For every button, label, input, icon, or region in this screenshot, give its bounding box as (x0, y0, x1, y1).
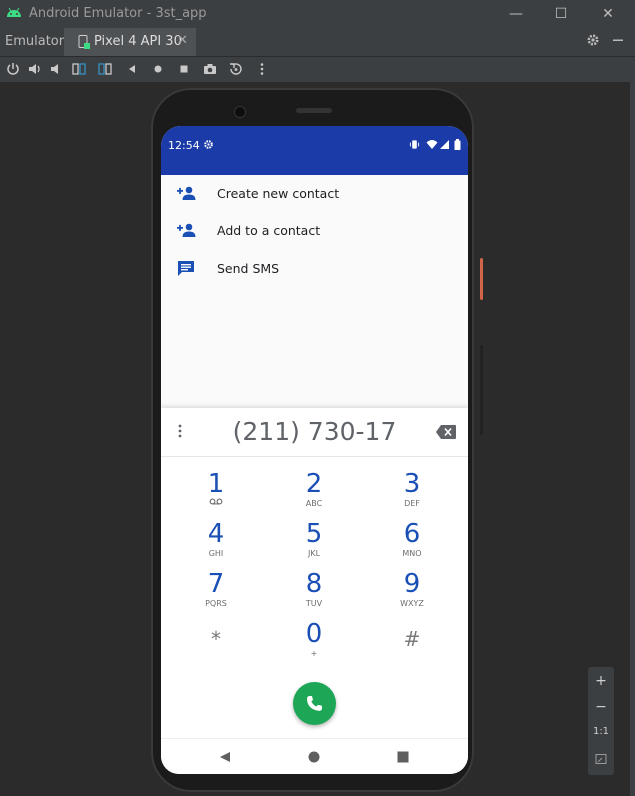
nav-home-icon[interactable] (308, 751, 320, 763)
emulator-tabbar: Emulator: Pixel 4 API 30 ✕ (0, 28, 635, 57)
tab-close-button[interactable]: ✕ (177, 33, 188, 48)
dialpad-key-0[interactable]: 0 + (274, 620, 354, 668)
vibrate-icon (409, 140, 420, 149)
nav-overview-icon[interactable] (397, 751, 409, 763)
maximize-button[interactable]: ☐ (550, 4, 572, 24)
phone-volume-key (480, 345, 483, 435)
zoom-out-button[interactable]: − (588, 699, 614, 715)
dialpad-key-6[interactable]: 6 MNO (372, 520, 452, 568)
zoom-actual-size-button[interactable]: 1:1 (588, 726, 614, 737)
front-camera (234, 106, 246, 118)
phone-icon (307, 696, 322, 711)
navigation-bar (161, 738, 468, 774)
key-digit: 0 (305, 619, 323, 649)
volume-down-icon[interactable] (48, 61, 64, 77)
key-digit: 9 (403, 569, 421, 599)
action-create-new-contact[interactable]: Create new contact (161, 176, 468, 212)
rotate-right-icon[interactable] (97, 61, 113, 77)
home-icon[interactable] (150, 61, 166, 77)
status-time: 12:54 (168, 139, 200, 152)
key-digit: 1 (207, 469, 225, 499)
emulator-label: Emulator: (5, 34, 69, 49)
key-digit: 2 (305, 469, 323, 499)
action-label: Add to a contact (217, 223, 321, 238)
settings-notification-icon (204, 140, 213, 149)
close-window-button[interactable]: ✕ (597, 4, 619, 24)
settings-gear-icon[interactable] (586, 33, 600, 47)
rotate-left-icon[interactable] (71, 61, 87, 77)
emulator-toolbar (0, 57, 635, 82)
dialpad-key-pound[interactable]: # (372, 620, 452, 668)
key-digit: 4 (207, 519, 225, 549)
dialpad-key-9[interactable]: 9 WXYZ (372, 570, 452, 618)
status-bar: 12:54 (161, 126, 468, 175)
call-button[interactable] (293, 682, 336, 725)
key-letters: MNO (402, 549, 422, 558)
back-icon[interactable] (124, 61, 140, 77)
window-titlebar: Android Emulator - 3st_app — ☐ ✕ (0, 0, 635, 28)
snapshot-icon[interactable] (228, 61, 244, 77)
earpiece-speaker (296, 108, 332, 113)
action-send-sms[interactable]: Send SMS (161, 251, 468, 287)
dialpad-key-8[interactable]: 8 TUV (274, 570, 354, 618)
key-letters: GHI (208, 549, 224, 558)
key-digit: 8 (305, 569, 323, 599)
dialpad-key-5[interactable]: 5 JKL (274, 520, 354, 568)
minimize-button[interactable]: — (505, 4, 527, 24)
key-letters: ABC (305, 499, 323, 508)
key-digit: 6 (403, 519, 421, 549)
dialed-number[interactable]: (211) 730-17 (161, 417, 468, 446)
tab-pixel-4-api-30[interactable]: Pixel 4 API 30 ✕ (64, 28, 196, 56)
key-digit: 3 (403, 469, 421, 499)
phone-power-key (480, 258, 483, 300)
message-icon (178, 261, 194, 276)
android-logo-icon (7, 7, 21, 17)
dialpad-key-1[interactable]: 1 (176, 470, 256, 518)
action-add-to-contact[interactable]: Add to a contact (161, 213, 468, 249)
right-side-panel-edge (630, 82, 635, 796)
tab-label: Pixel 4 API 30 (94, 34, 182, 49)
fit-screen-icon[interactable] (595, 753, 607, 765)
hide-panel-icon[interactable] (612, 33, 624, 47)
zoom-in-button[interactable]: + (588, 673, 614, 689)
power-icon[interactable] (5, 61, 21, 77)
key-digit: * (211, 627, 221, 651)
backspace-icon[interactable] (436, 425, 456, 439)
action-label: Send SMS (217, 261, 280, 276)
action-label: Create new contact (217, 186, 340, 201)
overview-icon[interactable] (176, 61, 192, 77)
zoom-panel: + − 1:1 (588, 667, 614, 775)
key-letters: TUV (305, 599, 323, 608)
signal-icon (440, 140, 449, 149)
key-letters: DEF (404, 499, 420, 508)
key-digit: 5 (305, 519, 323, 549)
dialed-number-row: (211) 730-17 (161, 408, 468, 457)
dialpad-key-4[interactable]: 4 GHI (176, 520, 256, 568)
dialpad-key-3[interactable]: 3 DEF (372, 470, 452, 518)
window-title: Android Emulator - 3st_app (29, 6, 207, 21)
person-add-icon (177, 223, 196, 237)
key-letters: WXYZ (400, 599, 424, 608)
phone-screen: 12:54 Create new contact Add to a contac… (161, 126, 468, 774)
battery-icon (454, 139, 461, 150)
voicemail-icon (209, 498, 223, 505)
dialpad-key-7[interactable]: 7 PQRS (176, 570, 256, 618)
person-add-icon (177, 186, 196, 200)
key-letters: JKL (307, 549, 321, 558)
wifi-icon (426, 140, 438, 149)
more-icon[interactable] (254, 61, 270, 77)
volume-up-icon[interactable] (27, 61, 43, 77)
key-digit: # (403, 627, 421, 651)
camera-icon[interactable] (202, 61, 218, 77)
key-letters: + (310, 649, 318, 658)
device-icon (78, 35, 90, 49)
dialpad-key-star[interactable]: * (176, 620, 256, 668)
nav-back-icon[interactable] (219, 751, 231, 763)
key-letters: PQRS (205, 599, 227, 608)
dialpad-key-2[interactable]: 2 ABC (274, 470, 354, 518)
key-digit: 7 (207, 569, 225, 599)
